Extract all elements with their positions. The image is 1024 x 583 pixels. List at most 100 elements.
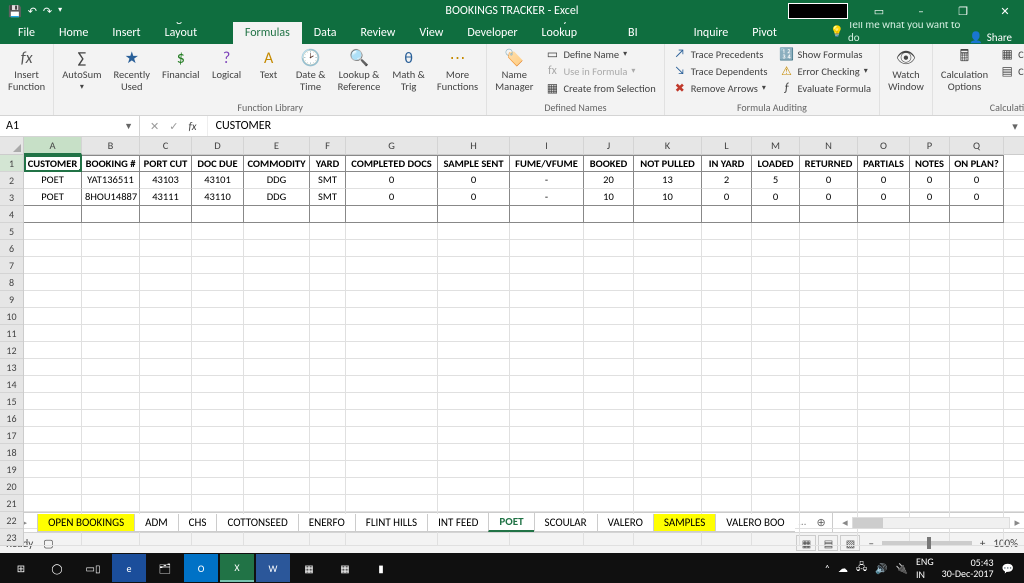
cell[interactable] (800, 274, 858, 291)
cell[interactable] (702, 240, 752, 257)
cell[interactable] (950, 223, 1004, 240)
cell[interactable] (510, 342, 584, 359)
cell[interactable] (140, 444, 192, 461)
row-header-15[interactable]: 15 (0, 393, 23, 410)
cell[interactable] (24, 291, 82, 308)
redo-icon[interactable]: ↷ (43, 5, 52, 18)
cell[interactable]: 0 (702, 189, 752, 206)
cell[interactable] (702, 206, 752, 223)
cell[interactable] (140, 342, 192, 359)
cell[interactable] (1004, 444, 1024, 461)
header-cell[interactable]: COMPLETED DOCS (346, 155, 438, 172)
header-cell[interactable] (1004, 155, 1024, 172)
cell[interactable] (752, 223, 800, 240)
column-header-I[interactable]: I (510, 137, 584, 155)
cell[interactable] (634, 427, 702, 444)
cell[interactable] (634, 410, 702, 427)
cell[interactable] (702, 495, 752, 512)
cell[interactable] (910, 257, 950, 274)
cell[interactable] (702, 342, 752, 359)
formula-bar-expand-button[interactable]: ▾ (1006, 116, 1024, 136)
calculation-options-button[interactable]: 🖩Calculation Options (937, 46, 992, 94)
sheet-tab-flint-hills[interactable]: FLINT HILLS (355, 514, 428, 532)
cell[interactable] (192, 376, 244, 393)
taskbar-app1[interactable]: ▦ (292, 554, 326, 582)
sheet-tab-open-bookings[interactable]: OPEN BOOKINGS (37, 514, 135, 532)
cell[interactable] (1004, 189, 1024, 206)
row-header-16[interactable]: 16 (0, 410, 23, 427)
cell[interactable] (140, 325, 192, 342)
cell[interactable] (310, 359, 346, 376)
cell[interactable] (310, 427, 346, 444)
ribbon-tab-developer[interactable]: Developer (455, 22, 529, 44)
cell[interactable] (510, 376, 584, 393)
header-cell[interactable]: PORT CUT (140, 155, 192, 172)
cell[interactable] (800, 342, 858, 359)
sheet-tab-samples[interactable]: SAMPLES (653, 514, 716, 532)
more-functions-button[interactable]: ⋯More Functions (433, 46, 482, 94)
cell[interactable] (140, 495, 192, 512)
cell[interactable] (702, 325, 752, 342)
header-cell[interactable]: FUME/VFUME (510, 155, 584, 172)
cell[interactable] (584, 359, 634, 376)
tray-onedrive-icon[interactable]: ☁ (838, 562, 848, 575)
cell[interactable] (310, 274, 346, 291)
cell[interactable]: 0 (438, 189, 510, 206)
cell[interactable] (140, 359, 192, 376)
cell[interactable] (858, 206, 910, 223)
cell[interactable] (192, 206, 244, 223)
row-header-22[interactable]: 22 (0, 512, 23, 529)
cell[interactable] (438, 410, 510, 427)
cell[interactable] (310, 240, 346, 257)
tray-clock[interactable]: 05:43 30-Dec-2017 (942, 557, 994, 579)
cell[interactable] (346, 308, 438, 325)
taskbar-app2[interactable]: ▦ (328, 554, 362, 582)
cell[interactable] (950, 461, 1004, 478)
cell[interactable]: 0 (910, 189, 950, 206)
cell[interactable] (1004, 172, 1024, 189)
cell[interactable] (584, 495, 634, 512)
cell[interactable] (310, 410, 346, 427)
cell[interactable] (950, 495, 1004, 512)
name-box[interactable]: A1 ▼ (0, 116, 140, 136)
header-cell[interactable]: IN YARD (702, 155, 752, 172)
cell[interactable] (192, 325, 244, 342)
cell[interactable] (510, 461, 584, 478)
cell[interactable] (82, 342, 140, 359)
column-header-D[interactable]: D (192, 137, 244, 155)
cell[interactable] (910, 342, 950, 359)
cell[interactable] (510, 393, 584, 410)
cell[interactable] (910, 444, 950, 461)
cell[interactable] (584, 325, 634, 342)
cell[interactable] (910, 274, 950, 291)
cell[interactable] (438, 308, 510, 325)
row-header-18[interactable]: 18 (0, 444, 23, 461)
cell[interactable] (858, 359, 910, 376)
cell[interactable] (950, 274, 1004, 291)
cell[interactable] (82, 461, 140, 478)
logical-button[interactable]: ?Logical (208, 46, 246, 83)
cell[interactable] (438, 495, 510, 512)
row-header-1[interactable]: 1 (0, 155, 23, 172)
cell[interactable] (438, 342, 510, 359)
cell[interactable] (82, 206, 140, 223)
maximize-button[interactable]: ❐ (944, 0, 982, 22)
cell[interactable] (752, 342, 800, 359)
cell[interactable] (346, 478, 438, 495)
zoom-slider[interactable] (882, 541, 972, 545)
taskbar-excel[interactable]: X (220, 554, 254, 582)
cell[interactable] (82, 410, 140, 427)
cell[interactable] (24, 223, 82, 240)
cell[interactable] (346, 376, 438, 393)
cell[interactable] (438, 223, 510, 240)
cell[interactable] (438, 427, 510, 444)
cell[interactable] (346, 257, 438, 274)
cell[interactable]: 43110 (192, 189, 244, 206)
cell[interactable]: 0 (346, 189, 438, 206)
cell[interactable] (346, 393, 438, 410)
cell[interactable] (858, 325, 910, 342)
cell[interactable] (438, 257, 510, 274)
cell[interactable] (950, 240, 1004, 257)
cell[interactable] (702, 308, 752, 325)
cell[interactable] (346, 427, 438, 444)
